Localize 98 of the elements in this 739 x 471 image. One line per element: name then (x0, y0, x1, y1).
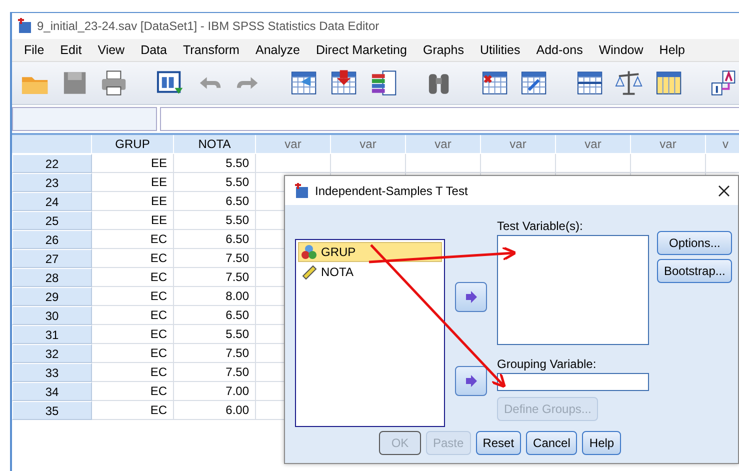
table-cell[interactable]: 6.50 (174, 230, 256, 249)
dialog-button[interactable]: Options... (657, 231, 732, 255)
row-number[interactable]: 24 (12, 192, 92, 211)
row-number[interactable]: 25 (12, 211, 92, 230)
window-title: 9_initial_23-24.sav [DataSet1] - IBM SPSS Statistics Data Editor (37, 19, 380, 33)
nominal-variable-icon (301, 244, 317, 260)
table-cell[interactable]: 7.00 (174, 382, 256, 401)
menu-item[interactable]: Help (651, 43, 694, 57)
row-number[interactable]: 32 (12, 344, 92, 363)
menu-item[interactable]: Direct Marketing (308, 43, 415, 57)
dialog-button[interactable]: Help (582, 431, 622, 455)
menu-item[interactable]: Data (132, 43, 175, 57)
row-number[interactable]: 35 (12, 401, 92, 420)
table-cell[interactable]: EC (92, 325, 174, 344)
column-header[interactable]: var (556, 135, 631, 154)
table-cell[interactable]: EC (92, 287, 174, 306)
field-label: Test Variable(s): (497, 219, 584, 235)
table-cell[interactable]: EC (92, 382, 174, 401)
column-header[interactable]: v (706, 135, 739, 154)
menu-item[interactable]: Graphs (414, 43, 472, 57)
move-button[interactable] (455, 282, 487, 312)
row-number[interactable]: 30 (12, 306, 92, 325)
table-cell[interactable]: EE (92, 154, 174, 173)
row-number[interactable]: 31 (12, 325, 92, 344)
table-cell[interactable]: 5.50 (174, 325, 256, 344)
menu-item[interactable]: Transform (174, 43, 248, 57)
column-header[interactable]: var (331, 135, 406, 154)
test-variables-list[interactable] (497, 235, 649, 345)
arrow-icon (464, 374, 478, 388)
table-cell[interactable]: 7.50 (174, 268, 256, 287)
variable-name: GRUP (321, 245, 356, 259)
app-icon (293, 182, 309, 198)
column-header[interactable]: var (256, 135, 331, 154)
row-number[interactable]: 27 (12, 249, 92, 268)
row-number[interactable]: 28 (12, 268, 92, 287)
table-cell[interactable]: EE (92, 173, 174, 192)
variable-name: NOTA (321, 265, 354, 279)
table-cell[interactable]: 6.50 (174, 192, 256, 211)
table-cell[interactable]: EC (92, 230, 174, 249)
arrow-icon (464, 290, 478, 304)
menu-item[interactable]: Utilities (472, 43, 528, 57)
table-cell[interactable]: 5.50 (174, 173, 256, 192)
row-number[interactable]: 22 (12, 154, 92, 173)
table-cell[interactable]: 6.00 (174, 401, 256, 420)
grouping-variable-field[interactable] (497, 373, 649, 391)
dialog-button[interactable]: Bootstrap... (657, 259, 732, 283)
menu-item[interactable]: Add-ons (528, 43, 591, 57)
table-cell[interactable]: EC (92, 401, 174, 420)
table-cell[interactable]: 7.50 (174, 249, 256, 268)
table-cell[interactable]: 8.00 (174, 287, 256, 306)
table-cell[interactable]: EC (92, 249, 174, 268)
column-header[interactable]: var (406, 135, 481, 154)
row-number[interactable]: 34 (12, 382, 92, 401)
dialog-title: Independent-Samples T Test (315, 184, 469, 198)
table-cell[interactable]: EC (92, 363, 174, 382)
move-button[interactable] (455, 366, 487, 396)
menu-item[interactable]: View (90, 43, 133, 57)
table-cell[interactable]: EE (92, 211, 174, 230)
table-cell[interactable]: EC (92, 268, 174, 287)
empty-cell[interactable] (556, 154, 631, 173)
empty-cell[interactable] (481, 154, 556, 173)
table-cell[interactable]: 6.50 (174, 306, 256, 325)
table-cell[interactable]: 5.50 (174, 154, 256, 173)
variable-list[interactable]: GRUP NOTA (295, 239, 445, 427)
empty-cell[interactable] (631, 154, 706, 173)
menu-item[interactable]: Edit (52, 43, 90, 57)
empty-cell[interactable] (256, 154, 331, 173)
column-header[interactable]: NOTA (174, 135, 256, 154)
empty-cell[interactable] (406, 154, 481, 173)
variable-item[interactable]: NOTA (298, 262, 442, 282)
close-icon[interactable] (718, 184, 730, 196)
table-cell[interactable]: EC (92, 344, 174, 363)
row-number[interactable]: 29 (12, 287, 92, 306)
dialog-button[interactable]: Reset (476, 431, 522, 455)
column-header[interactable]: GRUP (92, 135, 174, 154)
field-label: Grouping Variable: (497, 357, 598, 373)
empty-cell[interactable] (331, 154, 406, 173)
variable-item[interactable]: GRUP (298, 242, 442, 262)
scale-icon[interactable] (614, 68, 644, 98)
table-cell[interactable]: 7.50 (174, 363, 256, 382)
table-cell[interactable]: 7.50 (174, 344, 256, 363)
cell-editor-field[interactable] (160, 107, 739, 131)
corner-cell[interactable] (12, 135, 92, 154)
table-cell[interactable]: EC (92, 306, 174, 325)
column-header[interactable]: var (631, 135, 706, 154)
app-icon (16, 18, 32, 34)
ruler-icon (301, 264, 317, 280)
dialog-button[interactable]: Cancel (526, 431, 578, 455)
menu-item[interactable]: Window (590, 43, 652, 57)
table-cell[interactable]: EE (92, 192, 174, 211)
table-cell[interactable]: 5.50 (174, 211, 256, 230)
row-number[interactable]: 23 (12, 173, 92, 192)
column-header[interactable]: var (481, 135, 556, 154)
menu-item[interactable]: Analyze (247, 43, 308, 57)
menu-item[interactable]: File (16, 43, 52, 57)
cell-name-field[interactable] (12, 107, 157, 131)
row-number[interactable]: 26 (12, 230, 92, 249)
row-number[interactable]: 33 (12, 363, 92, 382)
